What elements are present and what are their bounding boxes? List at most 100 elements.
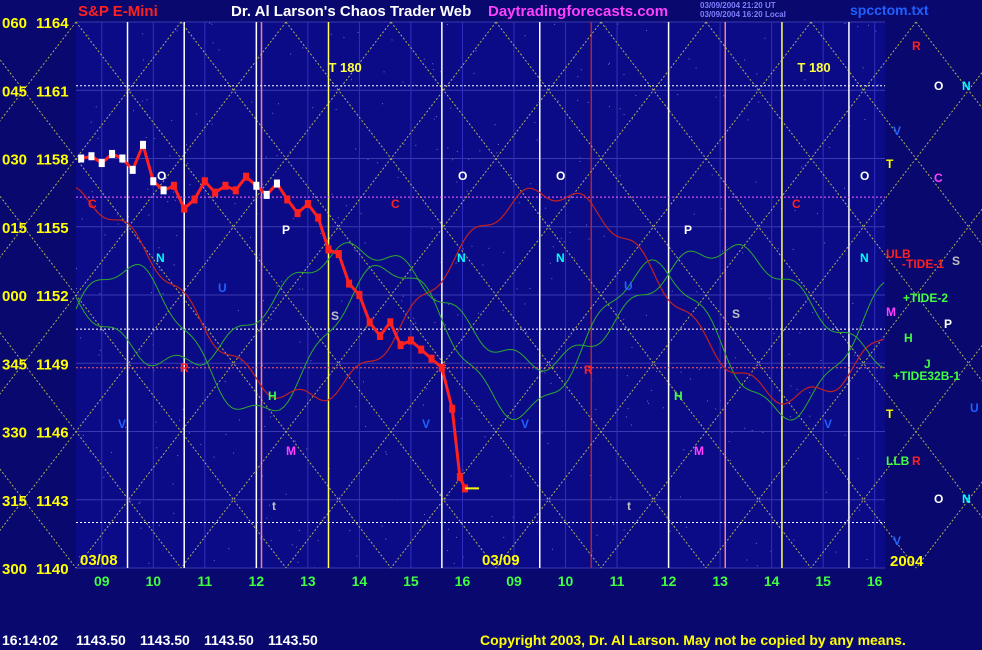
y-price-label: 1152 <box>36 288 69 305</box>
star-dot <box>711 174 713 176</box>
star-dot <box>150 266 152 268</box>
star-dot <box>560 237 562 239</box>
x-hour-label: 15 <box>815 573 831 589</box>
star-dot <box>310 360 312 362</box>
star-dot <box>298 529 300 531</box>
annotation-t180: T 180 <box>797 60 830 75</box>
legend-item: N <box>962 79 971 93</box>
legend-item: P <box>944 317 952 331</box>
star-dot <box>200 443 202 445</box>
price-bar <box>119 154 126 163</box>
star-dot <box>580 69 582 71</box>
star-dot <box>99 349 101 351</box>
star-dot <box>563 241 565 243</box>
star-dot <box>446 24 448 26</box>
star-dot <box>788 353 790 355</box>
star-dot <box>281 280 283 282</box>
star-dot <box>619 175 621 177</box>
star-dot <box>475 50 477 52</box>
star-dot <box>857 26 859 28</box>
star-dot <box>828 146 830 148</box>
star-dot <box>488 247 490 249</box>
star-dot <box>756 73 758 75</box>
star-dot <box>723 95 725 97</box>
star-dot <box>213 456 215 458</box>
star-dot <box>744 59 746 61</box>
star-dot <box>742 252 744 254</box>
star-dot <box>432 69 434 71</box>
star-dot <box>302 288 304 290</box>
price-bar <box>109 149 116 158</box>
price-bar <box>387 318 394 327</box>
star-dot <box>259 330 261 332</box>
star-dot <box>648 402 650 404</box>
star-dot <box>110 451 112 453</box>
star-dot <box>294 440 296 442</box>
star-dot <box>471 245 473 247</box>
x-hour-label: 13 <box>712 573 728 589</box>
star-dot <box>448 494 450 496</box>
star-dot <box>677 93 679 95</box>
price-bar <box>201 177 208 186</box>
legend-item: M <box>886 305 896 319</box>
y-price-label: 1155 <box>36 220 69 237</box>
star-dot <box>156 447 158 449</box>
star-dot <box>792 248 794 250</box>
star-dot <box>773 332 775 334</box>
plot-marker: S <box>331 309 339 323</box>
star-dot <box>552 246 554 248</box>
star-dot <box>689 378 691 380</box>
star-dot <box>89 451 91 453</box>
y-price-label: 1164 <box>36 15 69 32</box>
star-dot <box>265 156 267 158</box>
star-dot <box>479 150 481 152</box>
star-dot <box>577 99 579 101</box>
star-dot <box>386 453 388 455</box>
price-bar <box>222 181 229 190</box>
star-dot <box>87 34 89 36</box>
star-dot <box>482 264 484 266</box>
star-dot <box>751 429 753 431</box>
star-dot <box>595 408 597 410</box>
price-bar <box>456 473 463 481</box>
star-dot <box>335 108 337 110</box>
star-dot <box>541 432 543 434</box>
star-dot <box>669 530 671 532</box>
star-dot <box>544 372 546 374</box>
star-dot <box>587 101 589 103</box>
star-dot <box>698 368 700 370</box>
price-bar <box>78 154 85 163</box>
x-hour-label: 10 <box>146 573 162 589</box>
star-dot <box>477 312 479 314</box>
star-dot <box>177 455 179 457</box>
star-dot <box>607 63 609 65</box>
star-dot <box>425 388 427 390</box>
star-dot <box>715 96 717 98</box>
legend-item: T <box>886 157 894 171</box>
star-dot <box>270 318 272 320</box>
star-dot <box>634 85 636 87</box>
star-dot <box>613 523 615 525</box>
star-dot <box>549 262 551 264</box>
star-dot <box>456 150 458 152</box>
plot-marker: O <box>157 169 166 183</box>
price-bar <box>356 291 363 299</box>
star-dot <box>176 30 178 32</box>
star-dot <box>397 176 399 178</box>
star-dot <box>355 406 357 408</box>
star-dot <box>381 103 383 105</box>
plot-marker: N <box>556 251 565 265</box>
star-dot <box>225 433 227 435</box>
star-dot <box>436 116 438 118</box>
star-dot <box>547 442 549 444</box>
star-dot <box>536 139 538 141</box>
star-dot <box>362 381 364 383</box>
star-dot <box>816 213 818 215</box>
x-hour-label: 13 <box>300 573 316 589</box>
star-dot <box>453 562 455 564</box>
plot-marker: O <box>860 169 869 183</box>
price-bar <box>366 318 373 327</box>
legend-item: LLB <box>886 454 910 468</box>
x-hour-label: 10 <box>558 573 574 589</box>
star-dot <box>691 136 693 138</box>
